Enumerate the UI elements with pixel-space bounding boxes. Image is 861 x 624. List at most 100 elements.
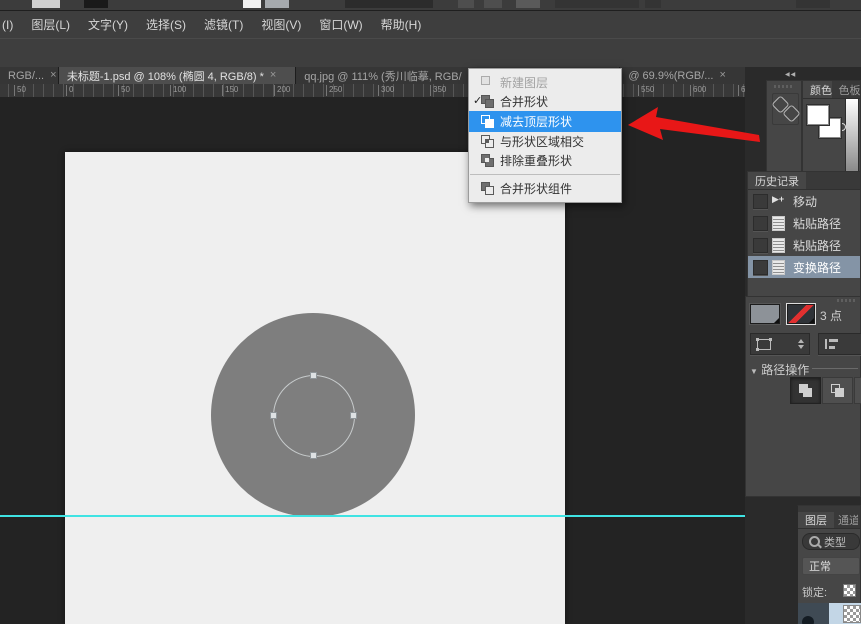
search-icon [809,536,820,547]
document-tab-title: @ 69.9%(RGB/... [628,70,713,82]
window-fragment [265,0,289,8]
menu-option-label: 合并形状组件 [500,180,572,197]
tab-color[interactable]: 颜色 [803,81,832,98]
window-fragment [484,0,502,8]
history-step-move[interactable]: ▶+ 移动 [748,190,860,212]
ruler-tick: 50 [118,85,130,96]
document-tab-active[interactable]: 未标题-1.psd @ 108% (椭圆 4, RGB/8) * × [59,67,296,84]
ruler-tick: 600 [690,85,706,96]
move-tool-icon: ▶+ [772,194,785,208]
document-tab[interactable]: RGB/... × [0,67,59,84]
ruler-tick: 550 [638,85,654,96]
color-ramp-slider[interactable] [845,98,859,172]
blend-mode-dropdown[interactable]: 正常 [802,557,860,575]
icon-dock-column [766,80,802,176]
path-anchor-right[interactable] [350,412,357,419]
document-icon [772,260,785,274]
history-step-transform-path-selected[interactable]: 变换路径 [748,256,860,278]
stroke-align-button[interactable] [818,333,861,355]
window-fragment [796,0,830,8]
menu-option-new-layer: 新建图层 [469,73,621,92]
stroke-align-icon [825,339,839,349]
menu-item-select[interactable]: 选择(S) [137,16,195,33]
intersect-shapes-icon [481,135,494,148]
intersect-tile-partial[interactable] [854,377,861,404]
combine-shapes-tile[interactable] [790,377,821,404]
history-step-paste-path[interactable]: 粘贴路径 [748,234,860,256]
inner-circle-path[interactable] [273,375,355,457]
blend-mode-value: 正常 [809,558,831,574]
menu-option-label: 合并形状 [500,93,548,110]
eye-visibility-well[interactable] [802,616,814,624]
path-operations-section-header[interactable]: ▼ 路径操作 [750,361,809,378]
shapes-icon [774,97,798,121]
document-tab-title: qq.jpg @ 111% (秀川临摹, RGB/ [304,68,461,84]
layer-thumbnail[interactable] [843,605,861,623]
path-anchor-top[interactable] [310,372,317,379]
section-rule [812,368,858,369]
subtract-front-shape-tile[interactable] [822,377,853,404]
ruler-tick: 300 [378,85,394,96]
menu-option-combine-shapes[interactable]: ✓ 合并形状 [469,92,621,111]
foreground-color-swatch[interactable] [807,105,829,125]
color-panel: 颜色 色板 [802,80,861,176]
history-panel-tabs: 历史记录 [748,172,860,190]
menu-option-label: 减去顶层形状 [500,113,572,130]
combine-shapes-icon [799,384,812,397]
history-snapshot-well[interactable] [753,260,768,275]
triangle-down-icon: ▼ [750,367,758,376]
ruler-tick: 150 [222,85,238,96]
menu-item-layer[interactable]: 图层(L) [22,16,79,33]
history-step-label: 粘贴路径 [793,215,841,232]
layers-panel: 图层 通道 类型 正常 锁定: [797,505,861,624]
stroke-options-button[interactable] [750,333,810,355]
right-dock: ◀◀ 颜色 色板 历史记录 [745,67,861,624]
menu-option-merge-shape-components[interactable]: 合并形状组件 [469,179,621,198]
menu-option-exclude-overlapping-shapes[interactable]: 排除重叠形状 [469,151,621,170]
menu-item-window[interactable]: 窗口(W) [310,16,371,33]
menu-option-subtract-front-shape[interactable]: 减去顶层形状 [469,111,621,132]
red-annotation-arrow [613,100,765,150]
tab-history[interactable]: 历史记录 [748,172,806,189]
document-icon [772,238,785,252]
menu-item-type[interactable]: 文字(Y) [79,16,137,33]
menu-item-help[interactable]: 帮助(H) [372,16,431,33]
menu-item-partial[interactable]: (I) [0,18,22,32]
menu-item-view[interactable]: 视图(V) [252,16,310,33]
path-anchor-bottom[interactable] [310,452,317,459]
menu-option-label: 新建图层 [500,74,548,91]
menu-item-filter[interactable]: 滤镜(T) [195,16,252,33]
lock-transparency-icon[interactable] [843,584,856,597]
subtract-front-shape-icon [481,115,494,128]
window-fragment [243,0,261,8]
history-step-label: 粘贴路径 [793,237,841,254]
tab-swatches[interactable]: 色板 [832,81,861,98]
close-icon[interactable]: × [270,70,276,81]
properties-fill-swatch[interactable] [750,304,780,324]
canvas-area[interactable] [0,97,745,624]
properties-stroke-swatch[interactable] [787,304,815,324]
properties-stroke-width: 3 点 [820,307,842,324]
close-icon[interactable]: × [50,70,56,81]
history-snapshot-well[interactable] [753,238,768,253]
tab-layers[interactable]: 图层 [798,512,834,528]
history-snapshot-well[interactable] [753,216,768,231]
window-top-partial [0,0,861,11]
collapse-panels-icon[interactable]: ◀◀ [785,71,796,78]
menu-option-intersect-shape-areas[interactable]: 与形状区域相交 [469,132,621,151]
history-step-paste-path[interactable]: 粘贴路径 [748,212,860,234]
path-anchor-left[interactable] [270,412,277,419]
shapes-panel-button[interactable] [772,93,799,125]
layer-row[interactable] [798,603,861,624]
close-icon[interactable]: × [719,70,725,81]
window-fragment [645,0,661,8]
history-snapshot-well[interactable] [753,194,768,209]
window-fragment [32,0,60,8]
window-fragment [516,0,540,8]
path-operations-menu: 新建图层 ✓ 合并形状 减去顶层形状 与形状区域相交 排除重叠形状 合并形状组件 [468,68,622,203]
tab-channels[interactable]: 通道 [834,512,858,528]
document-tab[interactable]: @ 69.9%(RGB/... × [620,67,745,84]
horizontal-ruler[interactable]: 50 0 50 100 150 200 250 300 350 550 600 … [0,84,745,98]
layer-filter-box[interactable]: 类型 [802,533,860,550]
exclude-shapes-icon [481,154,494,167]
